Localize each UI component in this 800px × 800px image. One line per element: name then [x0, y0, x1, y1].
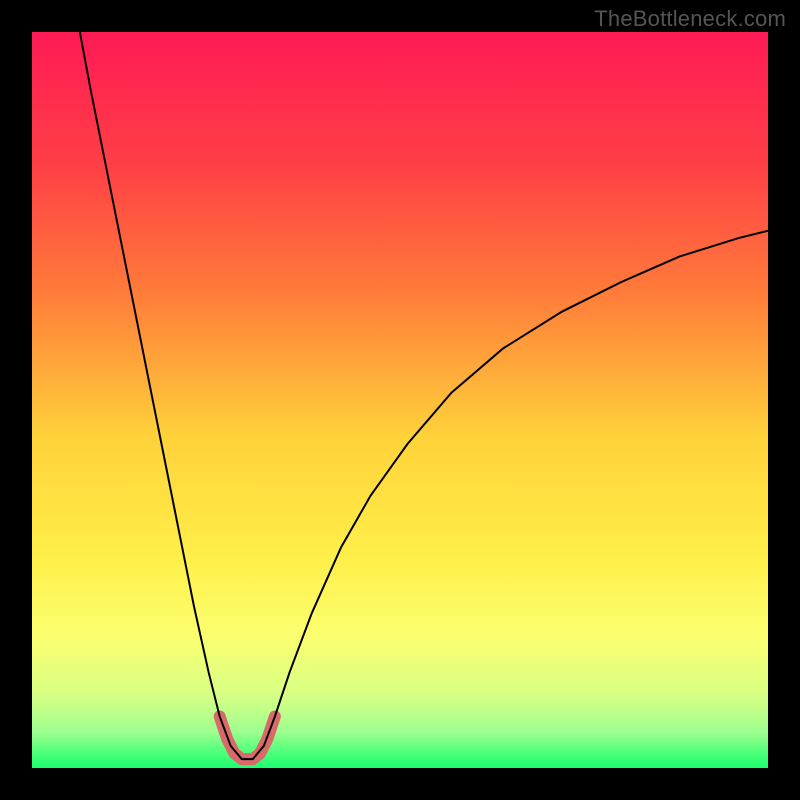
chart-plot-area: [32, 32, 768, 768]
bottleneck-curve-path: [80, 32, 768, 759]
chart-curve-layer: [32, 32, 768, 768]
watermark-text: TheBottleneck.com: [594, 6, 786, 32]
